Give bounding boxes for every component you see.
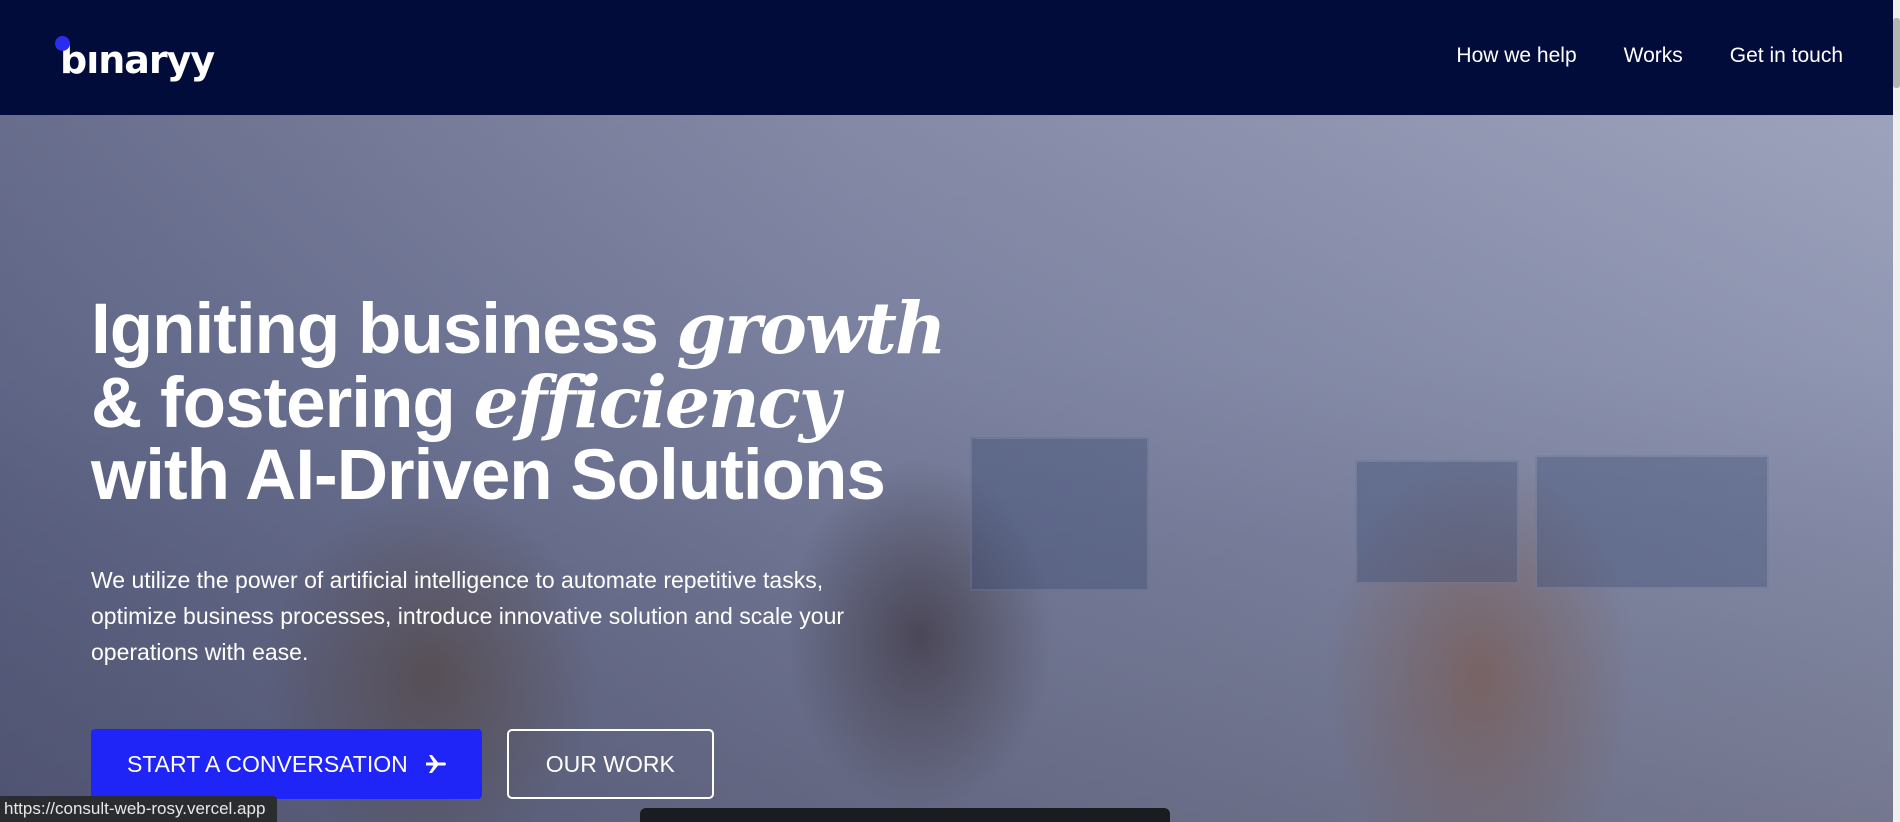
headline-line3: with AI-Driven Solutions bbox=[91, 436, 886, 515]
our-work-button[interactable]: OUR WORK bbox=[506, 729, 714, 799]
nav-link-how-we-help[interactable]: How we help bbox=[1456, 44, 1576, 68]
hero-headline: Igniting business growth & fostering eff… bbox=[91, 292, 991, 512]
cta-row: START A CONVERSATION OUR WORK bbox=[91, 729, 714, 799]
nav-link-works[interactable]: Works bbox=[1624, 44, 1683, 68]
scrollbar-thumb[interactable] bbox=[1893, 18, 1900, 88]
start-conversation-label: START A CONVERSATION bbox=[127, 750, 408, 777]
headline-italic-growth: growth bbox=[676, 286, 947, 370]
hero-section: Igniting business growth & fostering eff… bbox=[0, 115, 1893, 822]
logo[interactable]: bınaryy bbox=[60, 38, 215, 82]
scrollbar[interactable] bbox=[1893, 0, 1900, 822]
status-bar-url: https://consult-web-rosy.vercel.app bbox=[0, 796, 278, 822]
headline-italic-efficiency: efficiency bbox=[473, 360, 840, 444]
hero-content: Igniting business growth & fostering eff… bbox=[91, 292, 991, 693]
headline-line1: Igniting business bbox=[91, 290, 677, 369]
nav-link-get-in-touch[interactable]: Get in touch bbox=[1730, 44, 1843, 68]
main-nav: How we help Works Get in touch bbox=[1456, 44, 1843, 68]
cursor-dot-icon bbox=[55, 36, 70, 51]
start-conversation-button[interactable]: START A CONVERSATION bbox=[91, 729, 482, 799]
hero-subtext: We utilize the power of artificial intel… bbox=[91, 567, 845, 665]
laptop-shape bbox=[640, 808, 1170, 822]
plane-icon bbox=[425, 755, 446, 773]
top-navbar: bınaryy How we help Works Get in touch bbox=[0, 0, 1893, 115]
headline-line2: & fostering bbox=[91, 364, 474, 443]
